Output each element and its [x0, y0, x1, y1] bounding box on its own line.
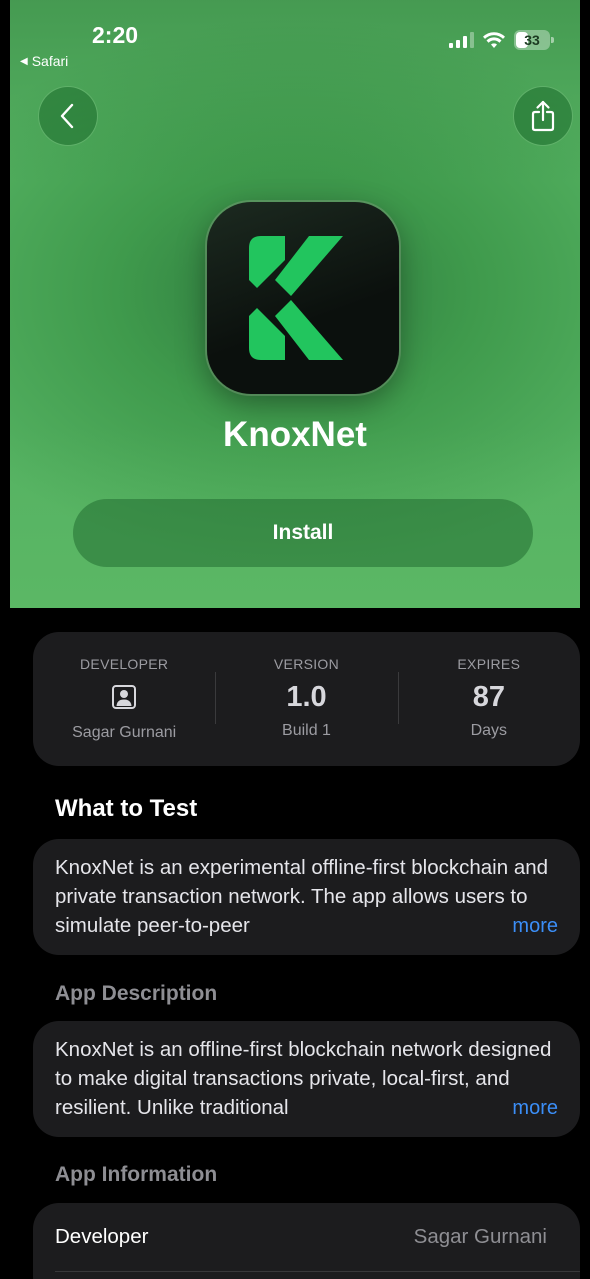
info-row-key: Developer [55, 1225, 149, 1248]
developer-name: Sagar Gurnani [72, 724, 177, 741]
version-column: VERSION 1.0 Build 1 [215, 632, 397, 766]
build-number: Build 1 [282, 722, 331, 739]
app-information-list: Developer Sagar Gurnani [33, 1203, 580, 1279]
app-description-card[interactable]: KnoxNet is an offline-first blockchain n… [33, 1021, 580, 1137]
app-name: KnoxNet [223, 415, 367, 454]
wifi-icon [483, 32, 505, 48]
app-description-title: App Description [55, 982, 218, 1005]
info-row-value: Sagar Gurnani [413, 1225, 547, 1248]
app-description-more-wrap: more [452, 1094, 558, 1123]
app-description-more-link[interactable]: more [512, 1097, 558, 1119]
status-time: 2:20 [92, 22, 139, 48]
developer-column: DEVELOPER Sagar Gurnani [33, 632, 215, 766]
list-divider [55, 1271, 580, 1272]
what-to-test-card[interactable]: KnoxNet is an experimental offline-first… [33, 839, 580, 955]
battery-icon: 33 [514, 30, 554, 50]
share-button[interactable] [513, 86, 573, 146]
info-row-developer: Developer Sagar Gurnani [33, 1203, 580, 1271]
back-app-label: Safari [31, 53, 69, 69]
expires-column: EXPIRES 87 Days [397, 632, 580, 766]
chevron-left-icon [60, 103, 74, 129]
developer-label: DEVELOPER [80, 656, 169, 672]
app-information-title: App Information [55, 1163, 218, 1186]
cellular-signal-icon [449, 32, 474, 48]
version-value: 1.0 [286, 681, 327, 713]
knoxnet-logo-icon [249, 236, 343, 360]
back-triangle-icon: ◀ [20, 55, 28, 67]
battery-level: 33 [524, 32, 540, 48]
back-button[interactable] [38, 86, 98, 146]
person-icon [112, 685, 137, 709]
what-to-test-title: What to Test [55, 795, 198, 822]
share-icon [531, 100, 555, 132]
expires-value: 87 [472, 681, 505, 713]
back-to-app[interactable]: ◀ Safari [20, 53, 68, 69]
status-indicators: 33 [449, 30, 554, 50]
app-icon [207, 202, 399, 394]
what-to-test-more-wrap: more [452, 912, 558, 941]
expires-unit: Days [470, 722, 508, 739]
what-to-test-more-link[interactable]: more [512, 915, 558, 937]
expires-label: EXPIRES [457, 656, 521, 672]
version-label: VERSION [273, 656, 340, 672]
app-info-card: DEVELOPER Sagar Gurnani VERSION 1.0 Buil… [33, 632, 580, 766]
install-button[interactable]: Install [73, 499, 533, 567]
